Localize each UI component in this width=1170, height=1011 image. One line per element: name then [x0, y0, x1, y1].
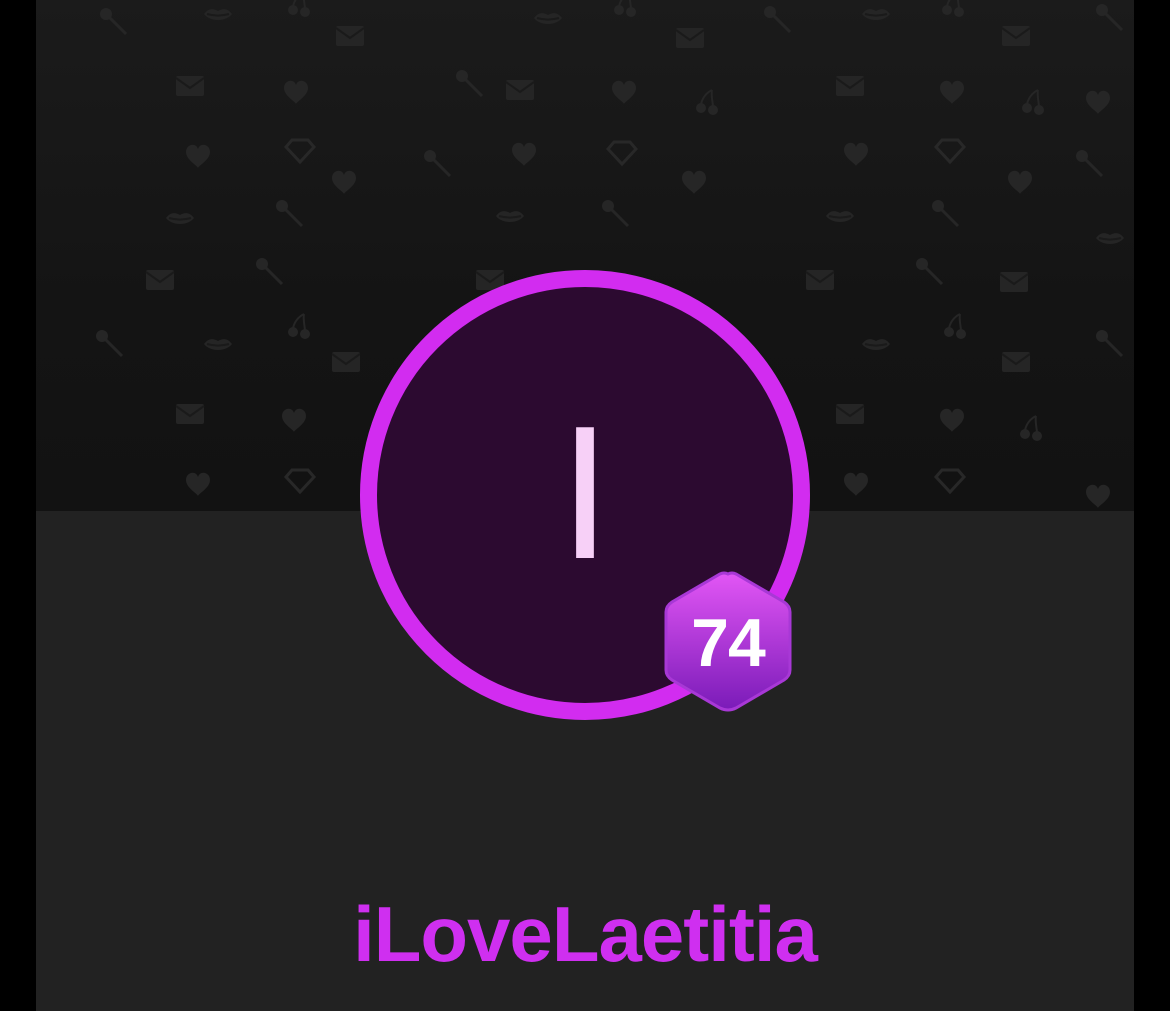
pattern-row-1 [98, 0, 1124, 49]
avatar-initial: I [558, 387, 612, 599]
username: iLoveLaetitia [353, 890, 818, 978]
level-number: 74 [691, 605, 766, 681]
profile-avatar-group[interactable]: I 74 [360, 270, 810, 720]
level-badge: 74 [660, 568, 796, 714]
pattern-row-2 [175, 68, 1110, 116]
pattern-row-3 [186, 138, 1104, 194]
profile-screen: I 74 iLoveLaetitia [36, 0, 1134, 1011]
pattern-row-4 [165, 170, 1125, 245]
